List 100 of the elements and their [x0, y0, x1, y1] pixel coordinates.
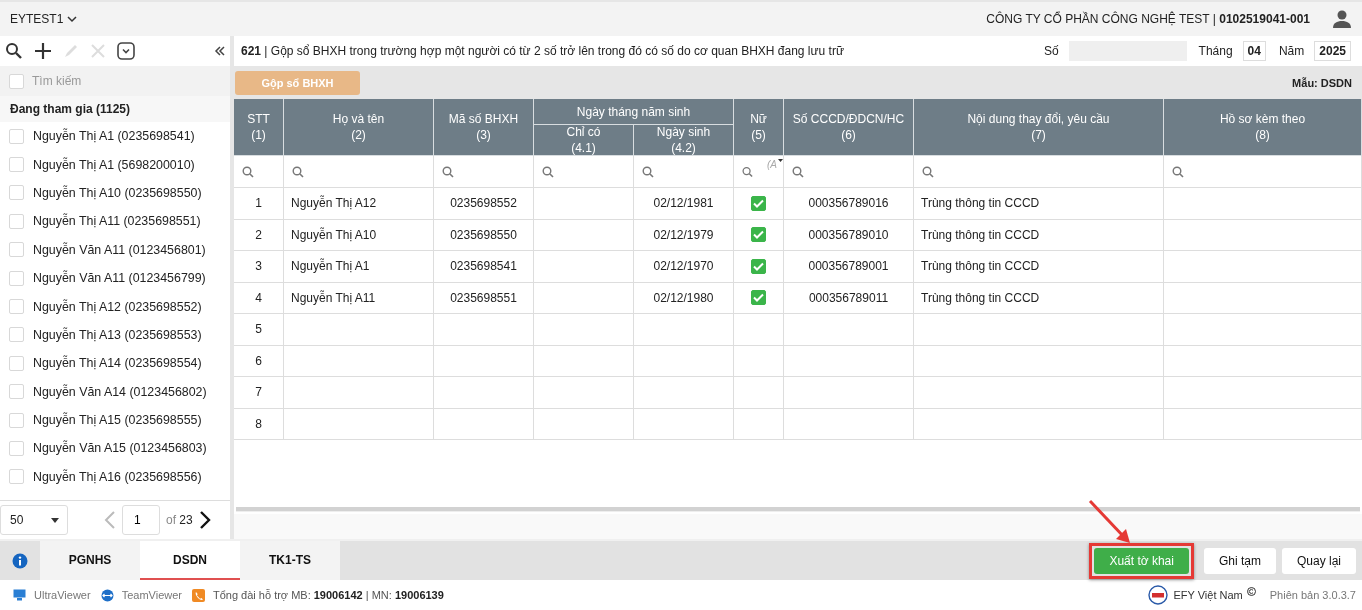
employee-item[interactable]: Nguyễn Thị A11 (0235698551) — [33, 214, 201, 229]
action-button[interactable]: Quay lại — [1281, 547, 1356, 574]
chevron-down-icon — [67, 15, 78, 23]
column-header: STT (1) — [234, 99, 284, 156]
table-cell: 2 — [234, 219, 284, 251]
year-field[interactable]: 2025 — [1314, 41, 1351, 61]
add-icon[interactable] — [34, 42, 52, 60]
app-link[interactable]: UltraViewer — [34, 589, 91, 601]
checkbox[interactable] — [9, 270, 24, 286]
table-cell: Trùng thông tin CCCD — [914, 282, 1164, 314]
employee-item[interactable]: Nguyễn Thị A10 (0235698550) — [33, 185, 202, 200]
checkbox[interactable] — [9, 128, 24, 144]
page-field[interactable]: 1 — [122, 505, 160, 535]
app-link[interactable]: TeamViewer — [121, 589, 182, 601]
sheet-tab[interactable]: DSDN — [140, 541, 240, 580]
employee-item[interactable]: Nguyễn Thị A1 (0235698541) — [33, 129, 195, 144]
pencil-icon[interactable] — [63, 43, 79, 59]
filter-cell[interactable] — [534, 156, 634, 188]
column-header: Nội dung thay đổi, yêu cầu (7) — [914, 99, 1164, 156]
table-cell: 000356789016 — [784, 188, 914, 220]
horizontal-scrollbar[interactable] — [236, 507, 1360, 512]
page-count: of 23 — [166, 513, 193, 527]
caret-icon — [51, 517, 59, 523]
checkbox[interactable] — [751, 195, 766, 211]
support-hotline: Tổng đài hỗ trợ MB: 19006142 | MN: 19006139 — [213, 589, 444, 601]
previous-page-icon[interactable] — [104, 511, 116, 529]
column-header: Ngày sinh (4.2) — [634, 125, 734, 156]
chevron-box-icon[interactable] — [117, 42, 135, 60]
table-cell: 6 — [234, 345, 284, 377]
checkbox[interactable] — [9, 412, 24, 428]
checkbox[interactable] — [9, 157, 24, 173]
checkbox[interactable] — [751, 227, 766, 243]
table-cell: 000356789011 — [784, 282, 914, 314]
filter-cell[interactable] — [914, 156, 1164, 188]
action-button[interactable]: Ghi tạm — [1203, 547, 1276, 574]
arrows-circle-icon — [100, 588, 114, 602]
employee-item[interactable]: Nguyễn Thị A16 (0235698556) — [33, 469, 202, 484]
checkbox[interactable] — [751, 258, 766, 274]
table-cell: 000356789010 — [784, 219, 914, 251]
column-header: Mã số BHXH (3) — [434, 99, 534, 156]
filter-cell[interactable] — [1164, 156, 1362, 188]
column-header: Họ và tên (2) — [284, 99, 434, 156]
filter-cell[interactable] — [284, 156, 434, 188]
table-cell: Nguyễn Thị A11 — [284, 282, 434, 314]
number-label: Số — [1043, 44, 1059, 58]
month-label: Tháng — [1198, 44, 1233, 58]
checkbox[interactable] — [9, 384, 24, 400]
filter-cell[interactable] — [634, 156, 734, 188]
filter-cell[interactable] — [434, 156, 534, 188]
filter-cell[interactable] — [784, 156, 914, 188]
column-group-header: Ngày tháng năm sinh — [534, 99, 734, 125]
checkbox[interactable] — [9, 185, 24, 201]
sheet-tab[interactable]: TK1-TS — [240, 541, 340, 580]
table-cell: 02/12/1980 — [634, 282, 734, 314]
table-cell — [734, 345, 784, 377]
page-size-select[interactable]: 50 — [0, 505, 68, 535]
table-cell: Nguyễn Thị A1 — [284, 251, 434, 283]
checkbox[interactable] — [9, 441, 24, 456]
table-cell: 0235698550 — [434, 219, 534, 251]
table-cell — [734, 377, 784, 409]
table-cell: 0235698552 — [434, 188, 534, 220]
checkbox[interactable] — [9, 327, 24, 343]
checkbox[interactable] — [9, 213, 24, 229]
user-icon[interactable] — [1332, 9, 1352, 29]
search-icon[interactable] — [5, 42, 23, 60]
employee-item[interactable]: Nguyễn Văn A14 (0123456802) — [33, 384, 207, 399]
employee-item[interactable]: Nguyễn Thị A12 (0235698552) — [33, 299, 202, 314]
employee-item[interactable]: Nguyễn Thị A1 (5698200010) — [33, 157, 195, 172]
employee-item[interactable]: Nguyễn Văn A11 (0123456801) — [33, 242, 206, 257]
table-cell: 0235698551 — [434, 282, 534, 314]
checkbox[interactable] — [9, 299, 24, 315]
info-icon[interactable] — [12, 552, 28, 569]
table-cell: 000356789001 — [784, 251, 914, 283]
employee-item[interactable]: Nguyễn Văn A11 (0123456799) — [33, 271, 206, 286]
checkbox[interactable] — [9, 355, 24, 371]
close-icon[interactable] — [90, 43, 106, 59]
column-header: Chỉ có (4.1) — [534, 125, 634, 156]
column-header: Nữ (5) — [734, 99, 784, 156]
employee-item[interactable]: Nguyễn Thị A13 (0235698553) — [33, 327, 202, 342]
month-field[interactable]: 04 — [1242, 41, 1266, 61]
table-cell: Nguyễn Thị A10 — [284, 219, 434, 251]
table-cell: 02/12/1970 — [634, 251, 734, 283]
column-header: Hồ sơ kèm theo (8) — [1164, 99, 1362, 156]
select-all-checkbox[interactable] — [9, 73, 24, 89]
table-cell: Nguyễn Thị A12 — [284, 188, 434, 220]
checkbox[interactable] — [9, 242, 24, 258]
form-title: 621 | Gộp sổ BHXH trong trường hợp một người có từ 2 số trở lên trong đó có số do cơ quan BHXH đang lưu trữ — [241, 44, 844, 58]
employee-item[interactable]: Nguyễn Thị A14 (0235698554) — [33, 356, 202, 371]
next-page-icon[interactable] — [198, 511, 211, 529]
checkbox[interactable] — [9, 469, 24, 485]
collapse-icon[interactable] — [214, 45, 226, 57]
copyright-icon — [1246, 587, 1256, 596]
company-selector[interactable]: EYTEST1 — [10, 12, 78, 26]
sheet-tab[interactable]: PGNHS — [40, 541, 140, 580]
table-cell: 0235698541 — [434, 251, 534, 283]
employee-item[interactable]: Nguyễn Văn A15 (0123456803) — [33, 441, 207, 456]
group-title: Đang tham gia (1125) — [0, 96, 230, 122]
filter-cell[interactable] — [234, 156, 284, 188]
employee-item[interactable]: Nguyễn Thị A15 (0235698555) — [33, 413, 202, 428]
checkbox[interactable] — [751, 290, 766, 306]
